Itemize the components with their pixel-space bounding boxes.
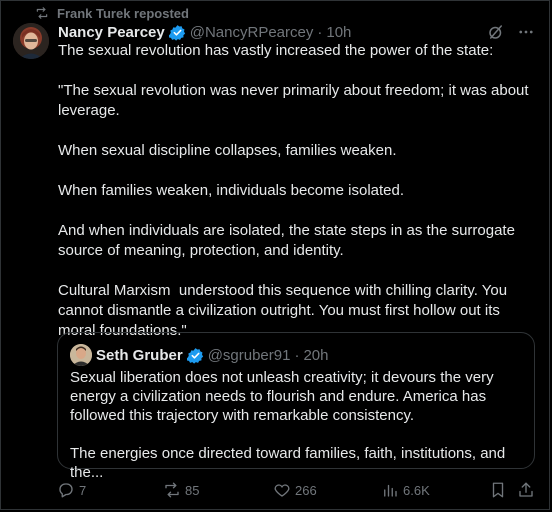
quoted-avatar[interactable] — [70, 344, 92, 366]
like-button[interactable]: 266 — [273, 481, 317, 499]
quoted-post[interactable]: Seth Gruber @sgruber91 · 20h Sexual libe… — [57, 332, 535, 481]
share-button[interactable] — [517, 481, 535, 499]
author-name[interactable]: Nancy Pearcey — [58, 24, 165, 41]
verified-badge-icon — [186, 347, 203, 364]
author-handle[interactable]: @NancyRPearcey — [190, 24, 314, 41]
quoted-timestamp[interactable]: 20h — [303, 347, 328, 364]
avatar-image — [13, 23, 49, 59]
quoted-post-header: Seth Gruber @sgruber91 · 20h — [70, 344, 329, 366]
separator-dot: · — [317, 23, 323, 41]
post-timestamp[interactable]: 10h — [326, 24, 351, 41]
quoted-post-text: Sexual liberation does not unleash creat… — [70, 369, 506, 481]
repost-button[interactable]: 85 — [163, 481, 199, 499]
reply-button[interactable]: 7 — [57, 481, 86, 499]
quoted-author-name[interactable]: Seth Gruber — [96, 347, 183, 364]
repost-icon — [36, 7, 48, 19]
verified-badge-icon — [168, 24, 185, 41]
grok-icon[interactable] — [487, 23, 505, 41]
share-icon — [519, 482, 533, 497]
quoted-avatar-image — [70, 344, 92, 366]
post-card[interactable]: Frank Turek reposted Nancy Pearcey @Nanc… — [0, 0, 550, 510]
analytics-icon — [384, 484, 397, 497]
action-bar: 7 85 266 6.6K — [57, 481, 533, 501]
bookmark-icon — [492, 482, 504, 498]
avatar[interactable] — [13, 23, 49, 59]
post-header: Nancy Pearcey @NancyRPearcey · 10h — [58, 22, 535, 42]
heart-icon — [274, 484, 290, 497]
post-text: The sexual revolution has vastly increas… — [58, 42, 529, 339]
views-count: 6.6K — [403, 482, 430, 498]
repost-indicator[interactable]: Frank Turek reposted — [35, 5, 189, 21]
repost-icon — [165, 482, 179, 498]
reply-icon — [59, 483, 73, 498]
separator-dot: · — [294, 346, 300, 364]
like-count: 266 — [295, 482, 317, 498]
header-actions — [487, 23, 535, 41]
repost-count: 85 — [185, 482, 200, 498]
repost-label: Frank Turek reposted — [57, 5, 189, 21]
more-options-icon[interactable] — [517, 23, 535, 41]
quoted-author-handle[interactable]: @sgruber91 — [208, 347, 291, 364]
views-button[interactable]: 6.6K — [381, 481, 430, 499]
reply-count: 7 — [79, 482, 87, 498]
bookmark-button[interactable] — [489, 481, 507, 499]
